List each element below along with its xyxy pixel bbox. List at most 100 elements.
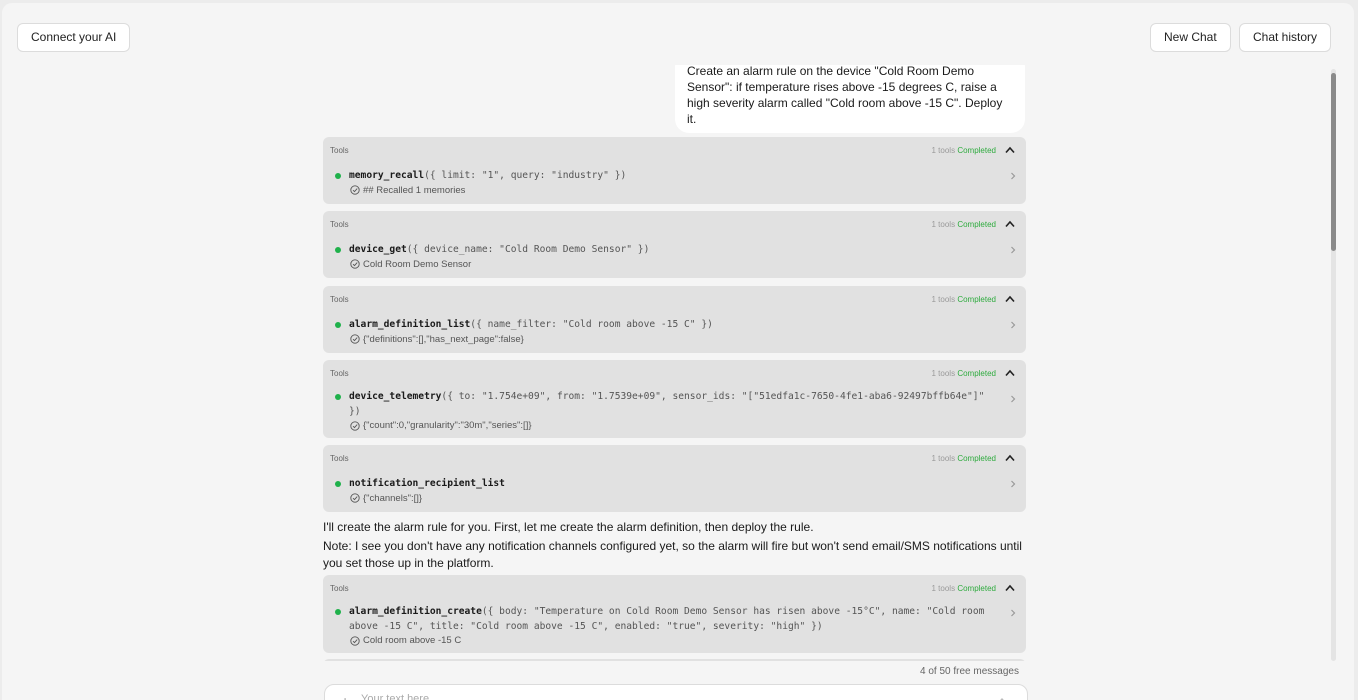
- tool-call-row[interactable]: memory_recall({ limit: "1", query: "indu…: [335, 169, 992, 197]
- new-chat-button[interactable]: New Chat: [1150, 23, 1231, 52]
- tools-label: Tools: [330, 295, 349, 304]
- tool-function-name: device_telemetry: [349, 391, 442, 402]
- tool-call-row[interactable]: alarm_definition_create({ body: "Tempera…: [335, 605, 992, 647]
- tool-result: {"channels":[]}: [350, 492, 992, 505]
- tool-count: 1 tools: [931, 454, 956, 463]
- chevron-right-icon[interactable]: [1010, 480, 1016, 488]
- check-circle-icon: [350, 420, 360, 431]
- tool-call-row[interactable]: device_get({ device_name: "Cold Room Dem…: [335, 243, 992, 271]
- app-window: Connect your AI New Chat Chat history Cr…: [2, 3, 1354, 700]
- tool-result: Cold Room Demo Sensor: [350, 258, 992, 271]
- tool-function-name: memory_recall: [349, 170, 425, 181]
- tool-card: Tools 1 tools Completed alarm_definition…: [323, 286, 1026, 353]
- tool-call: alarm_definition_create({ body: "Tempera…: [349, 605, 992, 634]
- chevron-up-icon[interactable]: [1005, 454, 1015, 462]
- tool-args: ({ name_filter: "Cold room above -15 C" …: [470, 319, 713, 330]
- tool-status: 1 tools Completed: [932, 146, 997, 155]
- check-circle-icon: [350, 259, 360, 269]
- tool-count: 1 tools: [931, 295, 956, 304]
- tool-result: {"definitions":[],"has_next_page":false}: [350, 333, 992, 346]
- tool-card: Tools 1 tools Completed notification_rec…: [323, 445, 1026, 512]
- scrollbar-thumb[interactable]: [1331, 73, 1336, 251]
- tool-result-text: {"definitions":[],"has_next_page":false}: [363, 333, 524, 345]
- tool-call: alarm_definition_list({ name_filter: "Co…: [349, 318, 992, 333]
- tool-count: 1 tools: [931, 220, 956, 229]
- completed-label: Completed: [957, 146, 996, 155]
- chevron-right-icon[interactable]: [1010, 321, 1016, 329]
- chevron-up-icon[interactable]: [1005, 369, 1015, 377]
- user-message-text: Create an alarm rule on the device "Cold…: [687, 65, 1003, 126]
- tool-count: 1 tools: [931, 369, 956, 378]
- status-dot: [335, 322, 341, 328]
- tool-status: 1 tools Completed: [932, 295, 997, 304]
- composer[interactable]: +: [324, 684, 1028, 700]
- tool-status: 1 tools Completed: [932, 220, 997, 229]
- tool-call: device_telemetry({ to: "1.754e+09", from…: [349, 390, 992, 419]
- tool-args: ({ to: "1.754e+09", from: "1.7539e+09", …: [349, 391, 991, 417]
- tools-label: Tools: [330, 220, 349, 229]
- tool-card: Tools 1 tools Completed memory_recall({ …: [323, 137, 1026, 204]
- tool-call-row[interactable]: device_telemetry({ to: "1.754e+09", from…: [335, 390, 992, 432]
- tool-call-row[interactable]: notification_recipient_list {"channels":…: [335, 477, 992, 505]
- chevron-up-icon[interactable]: [1005, 295, 1015, 303]
- tool-status: 1 tools Completed: [932, 584, 997, 593]
- assistant-line-1: I'll create the alarm rule for you. Firs…: [323, 520, 814, 534]
- tool-result-text: {"channels":[]}: [363, 492, 423, 504]
- chat-history-button[interactable]: Chat history: [1239, 23, 1332, 52]
- check-circle-icon: [350, 635, 360, 646]
- completed-label: Completed: [957, 295, 996, 304]
- tools-label: Tools: [330, 369, 349, 378]
- tool-result-text: Cold Room Demo Sensor: [363, 258, 472, 270]
- check-circle-icon: [350, 493, 360, 503]
- tool-call: device_get({ device_name: "Cold Room Dem…: [349, 243, 992, 258]
- tools-label: Tools: [330, 146, 349, 155]
- message-counter: 4 of 50 free messages: [920, 666, 1019, 677]
- tool-card: Tools 1 tools Completed alarm_definition…: [323, 575, 1026, 653]
- tool-status: 1 tools Completed: [932, 454, 997, 463]
- next-card-edge: [323, 659, 1026, 661]
- tool-status: 1 tools Completed: [932, 369, 997, 378]
- scrollbar[interactable]: [1331, 69, 1336, 661]
- tool-result: {"count":0,"granularity":"30m","series":…: [350, 419, 992, 432]
- tool-call-row[interactable]: alarm_definition_list({ name_filter: "Co…: [335, 318, 992, 346]
- tool-function-name: device_get: [349, 244, 407, 255]
- chat-transcript[interactable]: Create an alarm rule on the device "Cold…: [2, 65, 1354, 661]
- assistant-line-2: Note: I see you don't have any notificat…: [323, 539, 1022, 570]
- tools-label: Tools: [330, 454, 349, 463]
- status-dot: [335, 609, 341, 615]
- user-message: Create an alarm rule on the device "Cold…: [675, 65, 1025, 133]
- chevron-up-icon[interactable]: [1005, 584, 1015, 592]
- tool-args: ({ limit: "1", query: "industry" }): [424, 170, 627, 181]
- status-dot: [335, 173, 341, 179]
- status-dot: [335, 481, 341, 487]
- check-circle-icon: [350, 334, 360, 344]
- chevron-right-icon[interactable]: [1010, 609, 1016, 617]
- tool-result: Cold room above -15 C: [350, 634, 992, 647]
- chevron-right-icon[interactable]: [1010, 172, 1016, 180]
- tool-function-name: alarm_definition_list: [349, 319, 471, 330]
- completed-label: Completed: [957, 220, 996, 229]
- tool-call: notification_recipient_list: [349, 477, 992, 492]
- message-input[interactable]: [361, 693, 921, 700]
- tools-label: Tools: [330, 584, 349, 593]
- tool-call: memory_recall({ limit: "1", query: "indu…: [349, 169, 992, 184]
- chevron-up-icon[interactable]: [1005, 220, 1015, 228]
- plus-icon[interactable]: +: [341, 693, 349, 700]
- tool-card: Tools 1 tools Completed device_telemetry…: [323, 360, 1026, 438]
- tool-function-name: notification_recipient_list: [349, 478, 505, 489]
- status-dot: [335, 394, 341, 400]
- tool-result: ## Recalled 1 memories: [350, 184, 992, 197]
- tool-result-text: {"count":0,"granularity":"30m","series":…: [363, 420, 532, 431]
- completed-label: Completed: [957, 584, 996, 593]
- tool-result-text: Cold room above -15 C: [363, 635, 462, 646]
- completed-label: Completed: [957, 454, 996, 463]
- chevron-right-icon[interactable]: [1010, 395, 1016, 403]
- chevron-up-icon[interactable]: [1005, 146, 1015, 154]
- tool-count: 1 tools: [931, 146, 956, 155]
- status-dot: [335, 247, 341, 253]
- tool-function-name: alarm_definition_create: [349, 606, 482, 617]
- connect-ai-button[interactable]: Connect your AI: [17, 23, 131, 52]
- completed-label: Completed: [957, 369, 996, 378]
- tool-result-text: ## Recalled 1 memories: [363, 184, 466, 196]
- chevron-right-icon[interactable]: [1010, 246, 1016, 254]
